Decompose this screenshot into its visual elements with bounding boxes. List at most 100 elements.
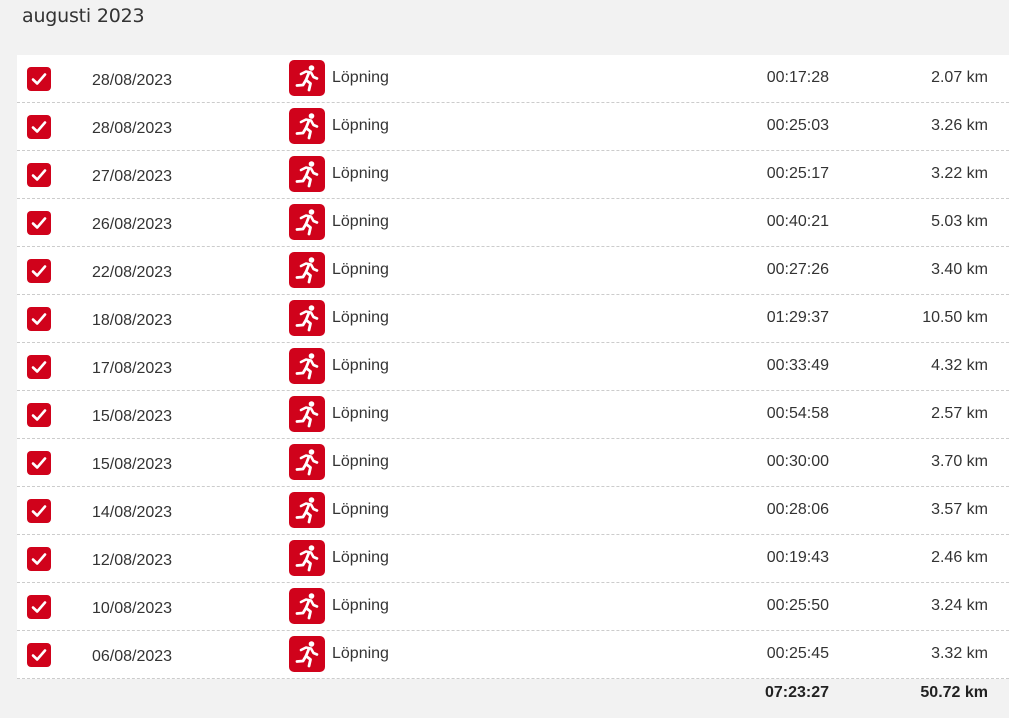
activity-row[interactable]: 17/08/2023 Löpning 00:33:49 4.32 km (17, 343, 1009, 391)
activity-type[interactable]: Löpning (332, 165, 389, 183)
running-person-icon (289, 60, 325, 96)
activity-row[interactable]: 15/08/2023 Löpning 00:54:58 2.57 km (17, 391, 1009, 439)
totals-row: 07:23:27 50.72 km (17, 679, 1009, 713)
activity-row[interactable]: 14/08/2023 Löpning 00:28:06 3.57 km (17, 487, 1009, 535)
activity-type[interactable]: Löpning (332, 357, 389, 375)
checkmark-icon (31, 409, 47, 421)
activity-duration: 00:19:43 (766, 549, 829, 566)
activity-row[interactable]: 22/08/2023 Löpning 00:27:26 3.40 km (17, 247, 1009, 295)
activity-type[interactable]: Löpning (332, 405, 389, 423)
activity-duration: 00:54:58 (766, 405, 829, 422)
month-title: augusti 2023 (22, 5, 145, 27)
running-person-icon (289, 444, 325, 480)
checkmark-icon (31, 553, 47, 565)
activity-duration: 00:25:17 (766, 165, 829, 182)
activity-row[interactable]: 06/08/2023 Löpning 00:25:45 3.32 km (17, 631, 1009, 679)
running-person-icon (289, 156, 325, 192)
activity-duration: 00:25:45 (766, 645, 829, 662)
checkmark-icon (31, 217, 47, 229)
activity-duration: 00:30:00 (766, 453, 829, 470)
activity-distance: 4.32 km (931, 357, 988, 374)
row-checkbox[interactable] (27, 547, 51, 571)
running-person-icon (289, 588, 325, 624)
activity-duration: 00:17:28 (766, 69, 829, 86)
activity-date: 10/08/2023 (92, 600, 173, 617)
total-duration: 07:23:27 (764, 684, 829, 701)
activity-duration: 01:29:37 (766, 309, 829, 326)
total-distance: 50.72 km (920, 684, 988, 701)
activity-row[interactable]: 28/08/2023 Löpning 00:17:28 2.07 km (17, 55, 1009, 103)
activity-distance: 3.40 km (931, 261, 988, 278)
activity-duration: 00:25:03 (766, 117, 829, 134)
activity-duration: 00:40:21 (766, 213, 829, 230)
activity-date: 28/08/2023 (92, 120, 173, 137)
activity-type[interactable]: Löpning (332, 549, 389, 567)
activity-distance: 3.26 km (931, 117, 988, 134)
row-checkbox[interactable] (27, 403, 51, 427)
row-checkbox[interactable] (27, 307, 51, 331)
checkmark-icon (31, 457, 47, 469)
activity-type[interactable]: Löpning (332, 453, 389, 471)
checkmark-icon (31, 649, 47, 661)
row-checkbox[interactable] (27, 211, 51, 235)
activity-distance: 2.46 km (931, 549, 988, 566)
checkmark-icon (31, 601, 47, 613)
activity-type[interactable]: Löpning (332, 261, 389, 279)
activity-duration: 00:27:26 (766, 261, 829, 278)
activity-type[interactable]: Löpning (332, 69, 389, 87)
activity-date: 14/08/2023 (92, 504, 173, 521)
row-checkbox[interactable] (27, 643, 51, 667)
running-person-icon (289, 252, 325, 288)
row-checkbox[interactable] (27, 115, 51, 139)
activity-row[interactable]: 26/08/2023 Löpning 00:40:21 5.03 km (17, 199, 1009, 247)
checkmark-icon (31, 265, 47, 277)
activity-date: 15/08/2023 (92, 408, 173, 425)
activity-type[interactable]: Löpning (332, 213, 389, 231)
row-checkbox[interactable] (27, 595, 51, 619)
running-person-icon (289, 540, 325, 576)
activity-row[interactable]: 15/08/2023 Löpning 00:30:00 3.70 km (17, 439, 1009, 487)
activity-date: 26/08/2023 (92, 216, 173, 233)
checkmark-icon (31, 169, 47, 181)
activity-date: 15/08/2023 (92, 456, 173, 473)
activity-type[interactable]: Löpning (332, 117, 389, 135)
row-checkbox[interactable] (27, 163, 51, 187)
row-checkbox[interactable] (27, 67, 51, 91)
activity-distance: 3.70 km (931, 453, 988, 470)
row-checkbox[interactable] (27, 355, 51, 379)
activity-duration: 00:33:49 (766, 357, 829, 374)
running-person-icon (289, 348, 325, 384)
row-checkbox[interactable] (27, 259, 51, 283)
checkmark-icon (31, 361, 47, 373)
checkmark-icon (31, 505, 47, 517)
activity-row[interactable]: 18/08/2023 Löpning 01:29:37 10.50 km (17, 295, 1009, 343)
running-person-icon (289, 108, 325, 144)
activity-distance: 2.07 km (931, 69, 988, 86)
checkmark-icon (31, 313, 47, 325)
activity-distance: 3.32 km (931, 645, 988, 662)
activity-row[interactable]: 28/08/2023 Löpning 00:25:03 3.26 km (17, 103, 1009, 151)
checkmark-icon (31, 121, 47, 133)
activity-row[interactable]: 10/08/2023 Löpning 00:25:50 3.24 km (17, 583, 1009, 631)
activity-distance: 3.57 km (931, 501, 988, 518)
activity-row[interactable]: 12/08/2023 Löpning 00:19:43 2.46 km (17, 535, 1009, 583)
row-checkbox[interactable] (27, 451, 51, 475)
activity-type[interactable]: Löpning (332, 597, 389, 615)
activity-type[interactable]: Löpning (332, 645, 389, 663)
activity-type[interactable]: Löpning (332, 309, 389, 327)
activity-list: 28/08/2023 Löpning 00:17:28 2.07 km 28/0… (17, 55, 1009, 679)
activity-row[interactable]: 27/08/2023 Löpning 00:25:17 3.22 km (17, 151, 1009, 199)
running-person-icon (289, 636, 325, 672)
activity-distance: 2.57 km (931, 405, 988, 422)
activity-distance: 5.03 km (931, 213, 988, 230)
activity-date: 06/08/2023 (92, 648, 173, 665)
activity-distance: 3.24 km (931, 597, 988, 614)
row-checkbox[interactable] (27, 499, 51, 523)
activity-date: 17/08/2023 (92, 360, 173, 377)
activity-duration: 00:28:06 (766, 501, 829, 518)
running-person-icon (289, 396, 325, 432)
activity-date: 18/08/2023 (92, 312, 173, 329)
activity-type[interactable]: Löpning (332, 501, 389, 519)
activity-duration: 00:25:50 (766, 597, 829, 614)
running-person-icon (289, 492, 325, 528)
